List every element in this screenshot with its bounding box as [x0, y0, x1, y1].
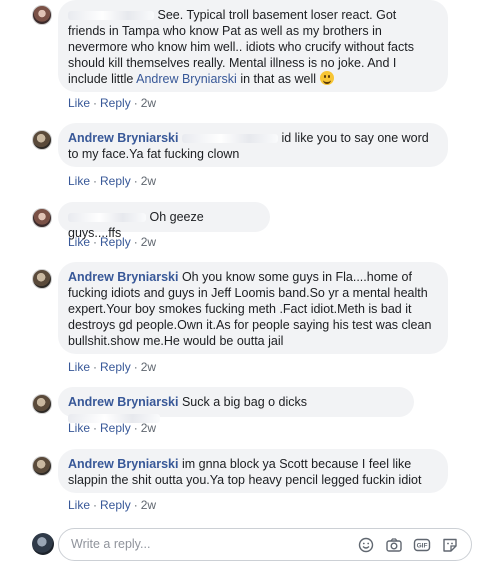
gif-icon[interactable]: GIF: [413, 537, 431, 553]
reply-link[interactable]: Reply: [100, 174, 131, 188]
comment-actions: Like · Reply · 2w: [68, 174, 157, 188]
timestamp[interactable]: 2w: [141, 498, 156, 512]
comment-bubble: Andrew Bryniarski Suck a big bag o dicks: [58, 387, 414, 424]
comment-author[interactable]: Andrew Bryniarski: [68, 270, 178, 284]
commenter-avatar[interactable]: [32, 394, 52, 414]
commenter-avatar[interactable]: [32, 269, 52, 289]
comment-author[interactable]: Andrew Bryniarski: [68, 395, 178, 409]
commenter-avatar[interactable]: [32, 208, 52, 228]
commenter-avatar[interactable]: [32, 456, 52, 476]
camera-icon[interactable]: [385, 537, 403, 553]
sticker-icon[interactable]: [441, 537, 459, 553]
redacted-mention: [181, 134, 278, 144]
current-user-avatar: [32, 533, 54, 555]
comment-actions: Like · Reply · 2w: [68, 235, 157, 249]
reply-placeholder: Write a reply...: [71, 537, 151, 551]
like-link[interactable]: Like: [68, 174, 90, 188]
emoji-icon[interactable]: [357, 537, 375, 553]
reply-link[interactable]: Reply: [100, 360, 131, 374]
comment-bubble: Andrew Bryniarski id like you to say one…: [58, 123, 448, 167]
redacted-author-name: [68, 11, 154, 21]
reply-link[interactable]: Reply: [100, 498, 131, 512]
timestamp[interactable]: 2w: [141, 360, 156, 374]
comment-author[interactable]: Andrew Bryniarski: [68, 131, 178, 145]
comment-bubble: Andrew Bryniarski im gnna block ya Scott…: [58, 449, 448, 493]
comment-actions: Like · Reply · 2w: [68, 96, 157, 110]
reply-link[interactable]: Reply: [100, 421, 131, 435]
comment-actions: Like · Reply · 2w: [68, 360, 157, 374]
comment-actions: Like · Reply · 2w: [68, 421, 157, 435]
timestamp[interactable]: 2w: [141, 96, 156, 110]
comment-bubble: Andrew Bryniarski Oh you know some guys …: [58, 262, 448, 354]
redacted-author-name: [68, 213, 146, 223]
like-link[interactable]: Like: [68, 96, 90, 110]
reply-link[interactable]: Reply: [100, 96, 131, 110]
svg-text:GIF: GIF: [417, 543, 428, 550]
like-link[interactable]: Like: [68, 498, 90, 512]
smile-emoji-icon: [319, 71, 334, 85]
mention-link[interactable]: Andrew Bryniarski: [136, 72, 237, 86]
timestamp[interactable]: 2w: [141, 174, 156, 188]
comment-text-tail: in that as well: [236, 72, 317, 86]
comment-bubble: Oh geeze guys....ffs: [58, 202, 270, 240]
comment-text: Suck a big bag o dicks: [181, 395, 308, 409]
commenter-avatar[interactable]: [32, 130, 52, 150]
reply-composer: Write a reply... GIF: [0, 525, 478, 561]
comment-author[interactable]: Andrew Bryniarski: [68, 457, 178, 471]
like-link[interactable]: Like: [68, 421, 90, 435]
timestamp[interactable]: 2w: [141, 421, 156, 435]
like-link[interactable]: Like: [68, 360, 90, 374]
reply-input[interactable]: Write a reply... GIF: [58, 528, 472, 561]
commenter-avatar[interactable]: [32, 5, 52, 25]
like-link[interactable]: Like: [68, 235, 90, 249]
reply-link[interactable]: Reply: [100, 235, 131, 249]
comment-bubble: See. Typical troll basement loser react.…: [58, 0, 448, 92]
comment-actions: Like · Reply · 2w: [68, 498, 157, 512]
timestamp[interactable]: 2w: [141, 235, 156, 249]
